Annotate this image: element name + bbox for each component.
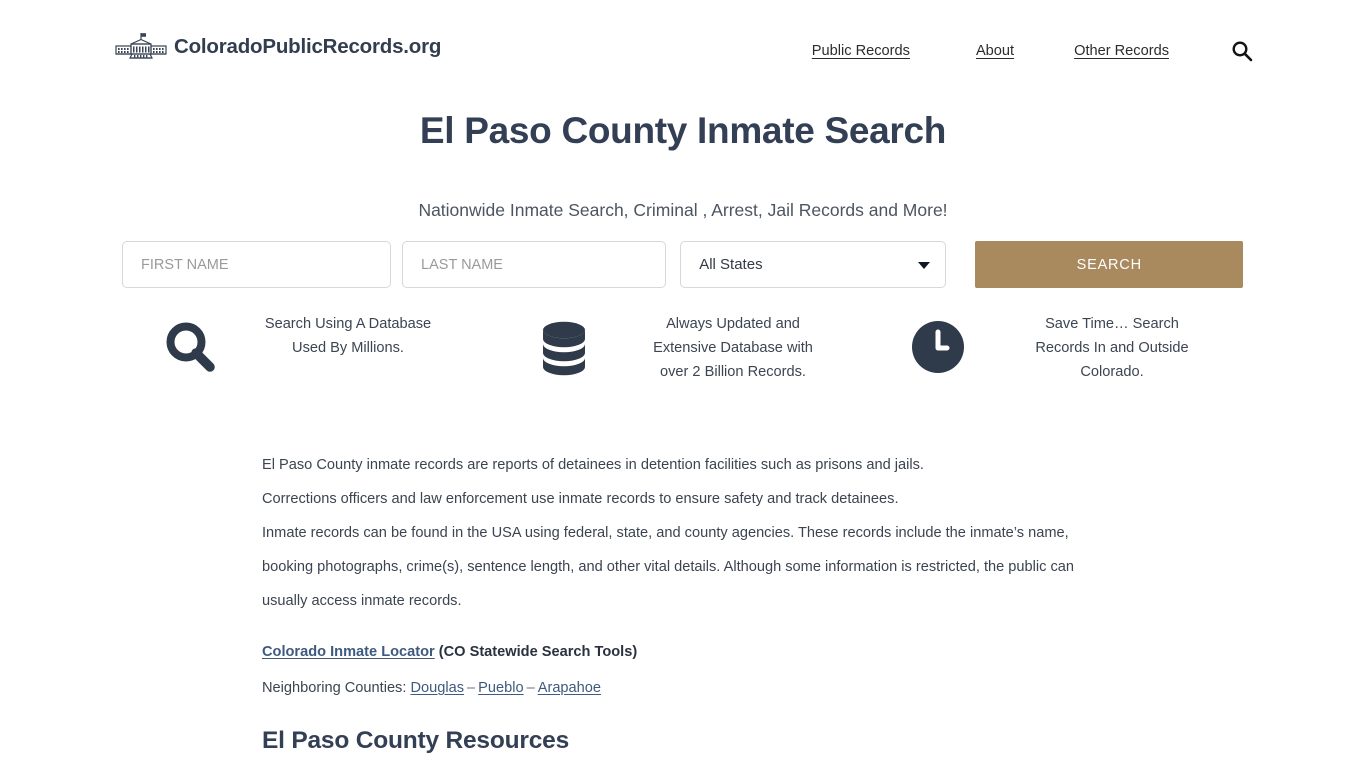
page-subtitle: Nationwide Inmate Search, Criminal , Arr… <box>418 200 948 220</box>
locator-suffix-text: (CO Statewide Search Tools) <box>438 644 638 660</box>
separator: – <box>467 680 476 696</box>
feature-line: Save Time… Search <box>1045 316 1179 332</box>
nav-item-public-records[interactable]: Public Records <box>812 43 910 59</box>
database-icon <box>496 312 632 378</box>
feature-item: Save Time… Search Records In and Outside… <box>870 312 1244 384</box>
page-title: El Paso County Inmate Search <box>419 110 947 151</box>
feature-line: over 2 Billion Records. <box>659 364 806 380</box>
capitol-building-icon <box>112 31 170 63</box>
feature-line: Search Using A Database <box>264 316 432 332</box>
page-root: ColoradoPublicRecords.org Public Records… <box>0 0 1366 768</box>
resources-heading: El Paso County Resources <box>262 727 569 754</box>
feature-line: Always Updated and <box>666 316 800 332</box>
feature-line: Records In and Outside <box>1035 340 1189 356</box>
colorado-inmate-locator-link[interactable]: Colorado Inmate Locator <box>262 644 435 660</box>
clock-icon <box>870 312 1006 374</box>
feature-highlights: Search Using A Database Used By Millions… <box>122 312 1244 384</box>
neighbor-link-douglas[interactable]: Douglas <box>410 680 464 696</box>
inmate-locator-line: Colorado Inmate Locator (CO Statewide Se… <box>262 639 1092 665</box>
nav-item-other-records[interactable]: Other Records <box>1074 43 1169 59</box>
search-submit-button[interactable]: SEARCH <box>975 241 1243 288</box>
article-paragraph-3: Inmate records can be found in the USA u… <box>262 525 1075 609</box>
site-logo-text: ColoradoPublicRecords.org <box>174 34 442 58</box>
article-body: El Paso County inmate records are report… <box>262 448 1092 701</box>
site-header: ColoradoPublicRecords.org Public Records… <box>0 0 1366 100</box>
state-select[interactable]: All States <box>680 241 947 288</box>
neighboring-counties-label: Neighboring Counties: <box>262 680 407 696</box>
search-icon[interactable] <box>1231 40 1253 62</box>
neighbor-link-arapahoe[interactable]: Arapahoe <box>538 680 601 696</box>
feature-line: Used By Millions. <box>292 340 404 356</box>
feature-text: Always Updated and Extensive Database wi… <box>632 312 870 384</box>
feature-text: Save Time… Search Records In and Outside… <box>1006 312 1244 384</box>
site-logo[interactable]: ColoradoPublicRecords.org <box>112 31 441 63</box>
article-paragraph-2: Corrections officers and law enforcement… <box>262 491 899 507</box>
article-paragraph-1: El Paso County inmate records are report… <box>262 457 924 473</box>
feature-item: Search Using A Database Used By Millions… <box>122 312 496 384</box>
state-select-wrapper: All States <box>680 241 947 288</box>
feature-line: Colorado. <box>1080 364 1144 380</box>
neighboring-counties-line: Neighboring Counties: Douglas – Pueblo – Ara… <box>262 675 1092 701</box>
feature-line: Extensive Database with <box>653 340 813 356</box>
magnifier-icon <box>122 312 258 374</box>
inmate-search-form: All States SEARCH <box>122 241 1243 288</box>
feature-text: Search Using A Database Used By Millions… <box>258 312 496 360</box>
last-name-input[interactable] <box>402 241 667 288</box>
nav-item-about[interactable]: About <box>976 43 1014 59</box>
neighbor-link-pueblo[interactable]: Pueblo <box>478 680 523 696</box>
first-name-input[interactable] <box>122 241 392 288</box>
main-navigation: Public Records About Other Records <box>812 40 1253 62</box>
separator: – <box>526 680 535 696</box>
feature-item: Always Updated and Extensive Database wi… <box>496 312 870 384</box>
